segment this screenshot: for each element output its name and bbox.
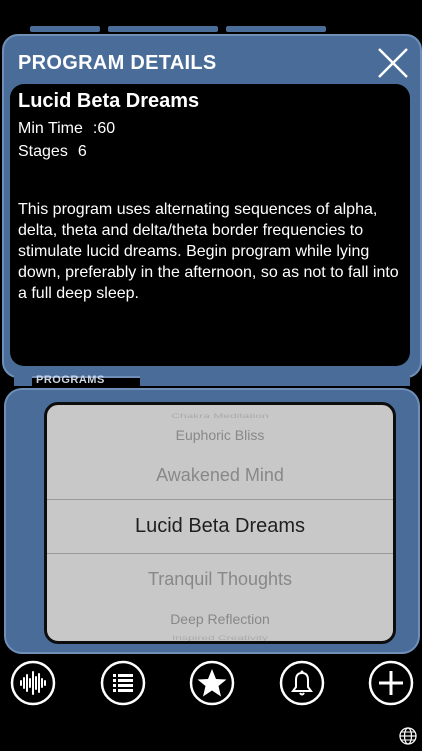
alarm-button[interactable] — [279, 660, 325, 706]
list-button[interactable] — [100, 660, 146, 706]
globe-button[interactable] — [398, 726, 418, 746]
picker-item-selected[interactable]: Lucid Beta Dreams — [47, 515, 393, 538]
stages-row: Stages 6 — [18, 143, 87, 161]
stages-value: 6 — [77, 143, 87, 160]
plus-icon — [368, 660, 414, 706]
close-icon — [378, 48, 408, 78]
panel-title: PROGRAM DETAILS — [18, 52, 217, 74]
picker-item[interactable]: Inspired Creativity — [47, 635, 393, 642]
programs-label: PROGRAMS — [36, 374, 105, 386]
globe-icon — [399, 727, 417, 745]
picker-item[interactable]: Tranquil Thoughts — [47, 569, 393, 590]
programs-label-bar: PROGRAMS — [0, 372, 422, 388]
program-details-box: Lucid Beta Dreams Min Time :60 Stages 6 Th… — [10, 84, 410, 366]
bell-icon — [279, 660, 325, 706]
bottom-toolbar — [0, 660, 422, 710]
status-strip — [0, 0, 422, 34]
waveform-button[interactable] — [10, 660, 56, 706]
picker-item[interactable]: Awakened Mind — [47, 465, 393, 486]
picker-selection-line — [47, 553, 393, 554]
close-button[interactable] — [376, 46, 410, 80]
picker-selection-line — [47, 499, 393, 500]
status-bar-segment — [226, 26, 326, 32]
program-name: Lucid Beta Dreams — [18, 90, 200, 112]
program-description: This program uses alternating sequences … — [18, 201, 399, 302]
min-time-row: Min Time :60 — [18, 120, 115, 138]
add-button[interactable] — [368, 660, 414, 706]
picker-item[interactable]: Deep Reflection — [47, 611, 393, 627]
waveform-icon — [10, 660, 56, 706]
status-bar-segment — [30, 26, 100, 32]
label-bar-segment — [140, 375, 410, 386]
picker-item[interactable]: Chakra Meditation — [47, 413, 393, 420]
programs-picker-frame: Chakra Meditation Euphoric Bliss Awakene… — [4, 388, 420, 654]
picker-item[interactable]: Euphoric Bliss — [47, 427, 393, 443]
list-icon — [100, 660, 146, 706]
favorites-button[interactable] — [189, 660, 235, 706]
program-picker[interactable]: Chakra Meditation Euphoric Bliss Awakene… — [44, 402, 396, 644]
star-icon — [189, 660, 235, 706]
min-time-label: Min Time — [18, 120, 83, 137]
status-bar-segment — [108, 26, 218, 32]
stages-label: Stages — [18, 143, 68, 160]
label-bar-segment — [14, 375, 32, 386]
program-details-panel: PROGRAM DETAILS Lucid Beta Dreams Min Ti… — [2, 34, 422, 378]
min-time-value: :60 — [92, 120, 116, 137]
